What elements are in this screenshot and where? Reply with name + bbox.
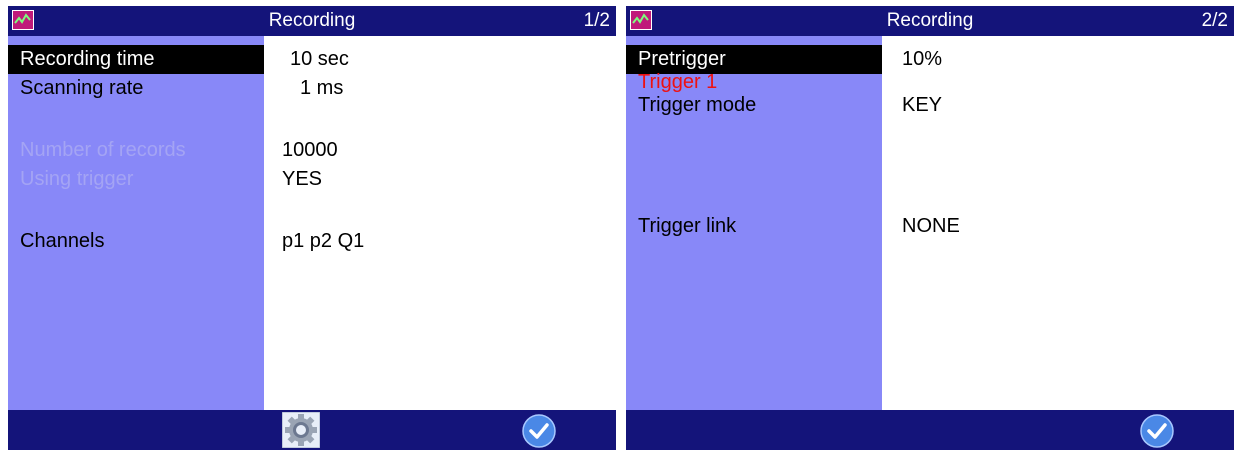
value-column: 10 sec 1 ms 10000 YES p1 p2 Q1 [264,36,616,410]
screen-title: Recording [268,10,356,31]
using-trigger-value: YES [282,168,323,190]
using-trigger-label: Using trigger [20,168,134,190]
trigger-link-value[interactable]: NONE [902,212,960,241]
scanning-rate-value[interactable]: 1 ms [300,74,343,103]
value-column: 10% KEY NONE [882,36,1234,410]
recording-screen-page-2: Recording 2/2 Pretrigger Trigger 1 Trigg… [626,6,1234,450]
channels-label[interactable]: Channels [8,227,105,256]
gear-icon[interactable] [281,411,321,449]
recording-screen-page-1: Recording 1/2 Recording time Scanning ra… [8,6,616,450]
recording-time-label[interactable]: Recording time [8,45,264,74]
checkmark-icon[interactable] [522,414,556,448]
number-of-records-value: 10000 [282,139,338,161]
scanning-rate-label[interactable]: Scanning rate [8,74,143,103]
title-bar: Recording 2/2 [626,6,1234,36]
number-of-records-label: Number of records [20,139,186,161]
bottom-toolbar [626,410,1234,450]
label-column: Pretrigger Trigger 1 Trigger mode Trigge… [626,36,882,410]
trigger-mode-label[interactable]: Trigger mode [626,91,756,120]
label-column: Recording time Scanning rate Number of r… [8,36,264,410]
checkmark-icon[interactable] [1140,414,1174,448]
page-indicator: 1/2 [583,10,610,31]
title-bar: Recording 1/2 [8,6,616,36]
recording-time-value[interactable]: 10 sec [290,45,349,74]
bottom-toolbar [8,410,616,450]
trigger-link-label[interactable]: Trigger link [626,212,736,241]
channels-value[interactable]: p1 p2 Q1 [282,227,364,256]
trigger-mode-value[interactable]: KEY [902,91,942,120]
page-indicator: 2/2 [1201,10,1228,31]
screen-title: Recording [886,10,974,31]
pretrigger-value[interactable]: 10% [902,45,942,74]
